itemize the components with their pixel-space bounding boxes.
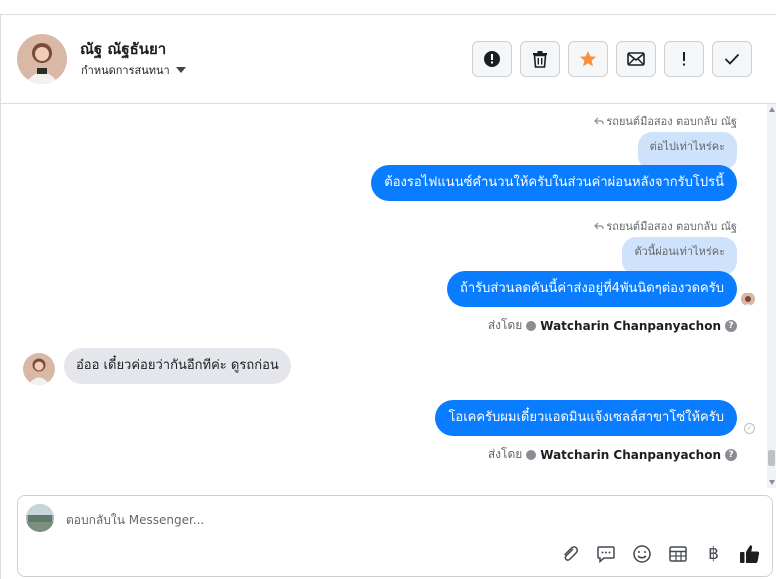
agent-dot-icon [526,449,537,460]
composer-tools: ฿ [558,542,761,565]
message-thread: รถยนต์มือสอง ตอบกลับ ณัฐ ต่อไปเท่าไหร่คะ… [1,104,767,488]
caret-down-icon [175,67,186,73]
scroll-up-icon[interactable] [769,107,775,112]
sent-by-label: ส่งโดย [487,318,523,332]
sent-by-line: ส่งโดย Watcharin Chanpanyachon ? [488,445,737,464]
top-strip [0,0,776,15]
outgoing-message[interactable]: ถ้ารับส่วนลดคันนี้ค่าส่งอยู่ที่4พันนิดๆต… [447,271,737,307]
done-button[interactable] [712,41,752,77]
mark-spam-button[interactable] [472,41,512,77]
checkmark-icon [724,53,740,65]
attach-button[interactable] [558,542,581,565]
thread-scrollbar[interactable] [767,104,776,488]
agent-dot-icon [526,320,537,331]
payment-button[interactable]: ฿ [702,542,725,565]
paperclip-icon [563,545,578,561]
scrollbar-thumb[interactable] [768,450,775,466]
emoji-button[interactable] [630,542,653,565]
delete-button[interactable] [520,41,560,77]
baht-icon: ฿ [708,543,719,564]
reply-arrow-icon [594,222,604,229]
reply-arrow-icon [594,117,604,124]
info-icon[interactable]: ? [725,319,737,332]
reply-input[interactable] [66,508,726,532]
seen-indicator-avatar [741,292,755,306]
info-icon[interactable]: ? [725,448,737,461]
reply-composer: ฿ [17,495,773,577]
scroll-down-icon[interactable] [769,480,775,485]
reply-meta: รถยนต์มือสอง ตอบกลับ ณัฐ [594,217,737,235]
exclamation-icon [683,52,685,66]
mark-unread-button[interactable] [616,41,656,77]
star-button[interactable] [568,41,608,77]
saved-replies-button[interactable] [594,542,617,565]
reply-meta-text: รถยนต์มือสอง ตอบกลับ ณัฐ [606,220,737,233]
thumbs-up-icon [739,544,759,563]
reply-meta-text: รถยนต์มือสอง ตอบกลับ ณัฐ [606,115,737,128]
conversation-actions [472,41,752,77]
conversation-settings-label: กำหนดการสนทนา [81,64,170,77]
table-button[interactable] [666,542,689,565]
follow-up-button[interactable] [664,41,704,77]
smiley-icon [632,544,651,563]
sent-by-label: ส่งโดย [487,447,523,461]
quoted-message[interactable]: ตัวนี้ผ่อนเท่าไหร่คะ [622,237,737,275]
incoming-message[interactable]: อ๋ออ เดี๋ยวค่อยว่ากันอีกทีค่ะ ดูรถก่อน [64,348,291,384]
star-icon [580,51,596,67]
sent-by-line: ส่งโดย Watcharin Chanpanyachon ? [488,316,737,335]
conversation-header: ณัฐ ณัฐธันยา กำหนดการสนทนา [1,15,776,104]
conversation-settings-dropdown[interactable]: กำหนดการสนทนา [81,61,186,79]
contact-avatar-small[interactable] [23,353,55,385]
trash-icon [533,51,547,68]
outgoing-message[interactable]: ต้องรอไฟแนนซ์คำนวนให้ครับในส่วนค่าผ่อนหล… [371,165,737,201]
envelope-icon [627,52,645,66]
agent-name[interactable]: Watcharin Chanpanyachon [540,319,721,333]
page-avatar [26,504,54,532]
alert-circle-icon [484,51,500,67]
table-icon [668,545,687,562]
like-button[interactable] [738,542,761,565]
contact-avatar[interactable] [17,34,67,84]
outgoing-message[interactable]: โอเคครับผมเดี๋ยวแอดมินแจ้งเซลล์สาขาโซ่ให… [435,400,737,436]
chat-bubble-icon [596,545,615,563]
agent-name[interactable]: Watcharin Chanpanyachon [540,448,721,462]
sent-check-icon: ✓ [744,423,755,434]
contact-name[interactable]: ณัฐ ณัฐธันยา [80,37,166,61]
reply-meta: รถยนต์มือสอง ตอบกลับ ณัฐ [594,112,737,130]
